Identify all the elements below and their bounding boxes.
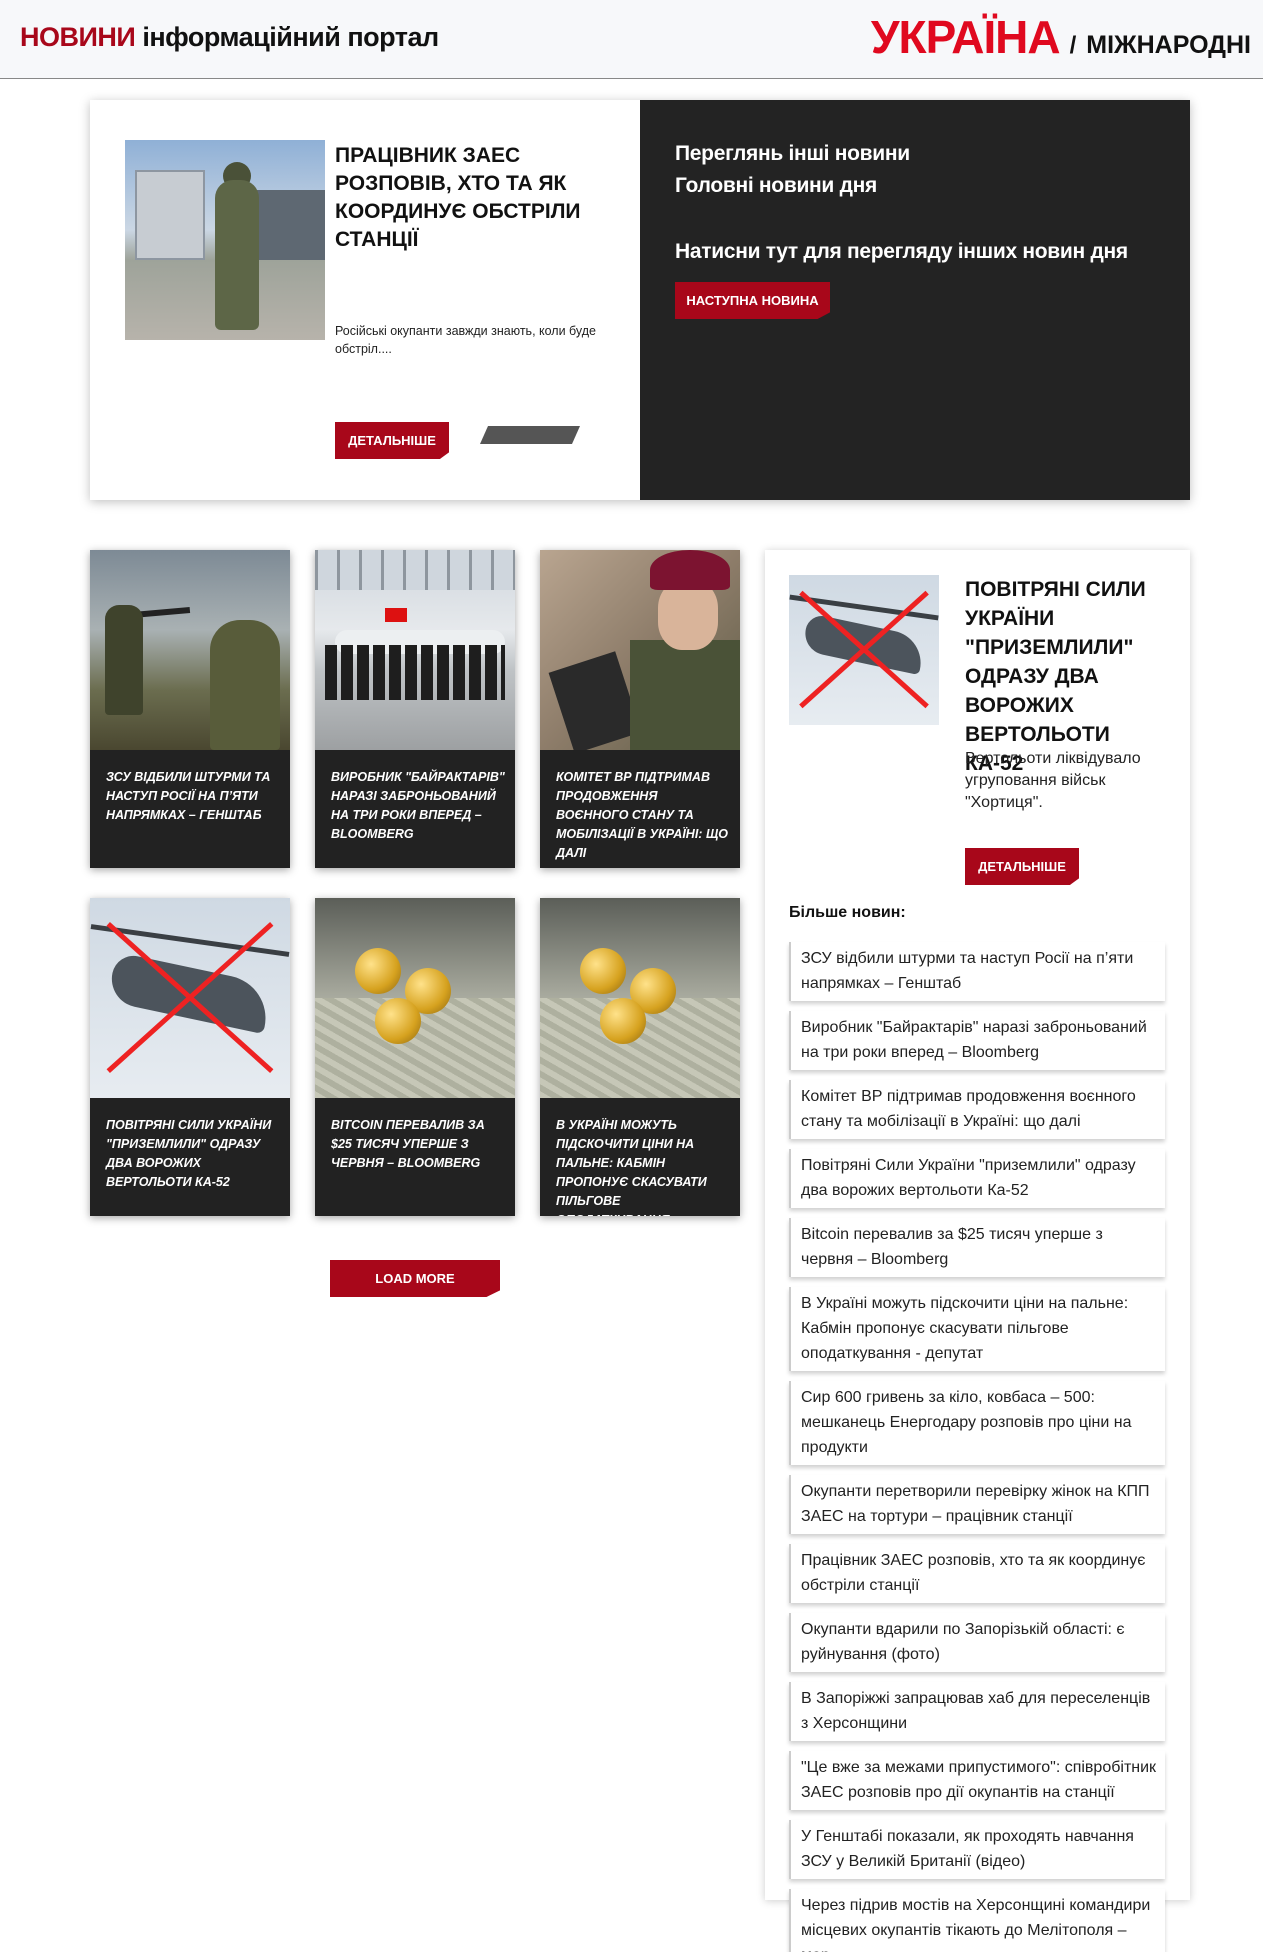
hero-side-line1: Переглянь інші новини	[675, 142, 910, 165]
hero-article-image[interactable]	[125, 140, 325, 340]
image-soldier	[215, 180, 259, 330]
news-card-image[interactable]	[540, 550, 740, 750]
sidebar: Повітряні Сили України "приземлили" одра…	[765, 550, 1190, 1952]
more-news-item[interactable]: Окупанти перетворили перевірку жінок на …	[789, 1475, 1165, 1534]
more-news-item[interactable]: Виробник "Байрактарів" наразі заброньова…	[789, 1011, 1165, 1070]
region-nav: УКРАЇНА / МІЖНАРОДНІ	[871, 10, 1251, 64]
news-card-image[interactable]	[90, 898, 290, 1098]
news-card[interactable]: Комітет ВР підтримав продовження воєнног…	[540, 550, 740, 868]
image-roof	[315, 550, 515, 590]
site-logo[interactable]: НОВИНИ інформаційний портал	[20, 22, 439, 53]
image-face	[658, 580, 718, 650]
hero-more-button[interactable]: Детальніше	[335, 422, 449, 459]
sidebar-article-excerpt: Вертольоти ліквідувало угруповання війсь…	[965, 750, 1141, 811]
image-people	[325, 645, 505, 700]
hero-article-title[interactable]: Працівник ЗАЕС розповів, хто та як коорд…	[335, 142, 625, 254]
more-news-list: ЗСУ відбили штурми та наступ Росії на п’…	[789, 942, 1165, 1952]
next-news-button[interactable]: Наступна новина	[675, 282, 830, 319]
sidebar-article-image[interactable]	[789, 575, 939, 725]
more-news-item[interactable]: В Запоріжжі запрацював хаб для переселен…	[789, 1682, 1165, 1741]
news-card-title[interactable]: В Україні можуть підскочити ціни на паль…	[556, 1116, 731, 1216]
more-news-item[interactable]: Комітет ВР підтримав продовження воєнног…	[789, 1080, 1165, 1139]
site-header: НОВИНИ інформаційний портал УКРАЇНА / МІ…	[0, 0, 1263, 79]
news-card-title[interactable]: ЗСУ відбили штурми та наступ Росії на п’…	[106, 768, 281, 825]
news-card[interactable]: Виробник "Байрактарів" наразі заброньова…	[315, 550, 515, 868]
more-news-item[interactable]: Повітряні Сили України "приземлили" одра…	[789, 1149, 1165, 1208]
image-coin	[580, 948, 626, 994]
image-building	[135, 170, 205, 260]
news-card-image[interactable]	[315, 550, 515, 750]
more-news-item[interactable]: "Це вже за межами припустимого": співроб…	[789, 1751, 1165, 1810]
image-flag	[385, 608, 407, 622]
more-news-item[interactable]: Сир 600 гривень за кіло, ковбаса – 500: …	[789, 1381, 1165, 1465]
more-news-item[interactable]: У Генштабі показали, як проходять навчан…	[789, 1820, 1165, 1879]
image-uniform	[630, 640, 740, 750]
news-card-title[interactable]: Повітряні Сили України "приземлили" одра…	[106, 1116, 281, 1192]
hero-side-panel: Переглянь інші новини Головні новини дня…	[640, 100, 1190, 500]
image-coin	[375, 998, 421, 1044]
hero-side-line2: Головні новини дня	[675, 174, 877, 197]
news-card-title[interactable]: Виробник "Байрактарів" наразі заброньова…	[331, 768, 506, 844]
image-coin	[600, 998, 646, 1044]
news-card[interactable]: ЗСУ відбили штурми та наступ Росії на п’…	[90, 550, 290, 868]
logo-accent: НОВИНИ	[20, 22, 136, 52]
load-more-button[interactable]: LOAD MORE	[330, 1260, 500, 1297]
image-rotor	[90, 924, 290, 957]
news-card[interactable]: В Україні можуть підскочити ціни на паль…	[540, 898, 740, 1216]
more-news-item[interactable]: Окупанти вдарили по Запорізькій області:…	[789, 1613, 1165, 1672]
hero-side-line3: Натисни тут для перегляду інших новин дн…	[675, 240, 1128, 263]
news-card[interactable]: Bitcoin перевалив за $25 тисяч уперше з …	[315, 898, 515, 1216]
image-beret	[650, 550, 730, 590]
page: НОВИНИ інформаційний портал УКРАЇНА / МІ…	[0, 0, 1263, 1952]
hero-slider: Працівник ЗАЕС розповів, хто та як коорд…	[90, 100, 1190, 500]
image-coin	[355, 948, 401, 994]
nav-ukraine-link[interactable]: УКРАЇНА	[871, 10, 1061, 64]
more-news-item[interactable]: Працівник ЗАЕС розповів, хто та як коорд…	[789, 1544, 1165, 1603]
sidebar-more-button[interactable]: Детальніше	[965, 848, 1079, 885]
logo-tagline: інформаційний портал	[142, 22, 439, 52]
news-card-image[interactable]	[315, 898, 515, 1098]
more-news-heading: Більше новин:	[789, 904, 906, 921]
image-soldier	[210, 620, 280, 750]
more-news-item[interactable]: В Україні можуть підскочити ціни на паль…	[789, 1287, 1165, 1371]
more-news-item[interactable]: ЗСУ відбили штурми та наступ Росії на п’…	[789, 942, 1165, 1001]
image-book	[548, 651, 642, 750]
nav-international-link[interactable]: МІЖНАРОДНІ	[1086, 31, 1251, 60]
news-card-title[interactable]: Bitcoin перевалив за $25 тисяч уперше з …	[331, 1116, 506, 1173]
hero-article-excerpt: Російські окупанти завжди знають, коли б…	[335, 324, 597, 356]
more-news-item[interactable]: Bitcoin перевалив за $25 тисяч уперше з …	[789, 1218, 1165, 1277]
news-card-image[interactable]	[90, 550, 290, 750]
hero-featured-article: Працівник ЗАЕС розповів, хто та як коорд…	[90, 100, 640, 500]
news-card[interactable]: Повітряні Сили України "приземлили" одра…	[90, 898, 290, 1216]
image-helicopter	[801, 612, 927, 676]
image-soldier	[105, 605, 143, 715]
news-card-title[interactable]: Комітет ВР підтримав продовження воєнног…	[556, 768, 731, 863]
nav-separator: /	[1069, 32, 1077, 59]
more-news-item[interactable]: Через підрив мостів на Херсонщині команд…	[789, 1889, 1165, 1952]
slider-indicator[interactable]	[480, 426, 580, 444]
news-card-image[interactable]	[540, 898, 740, 1098]
